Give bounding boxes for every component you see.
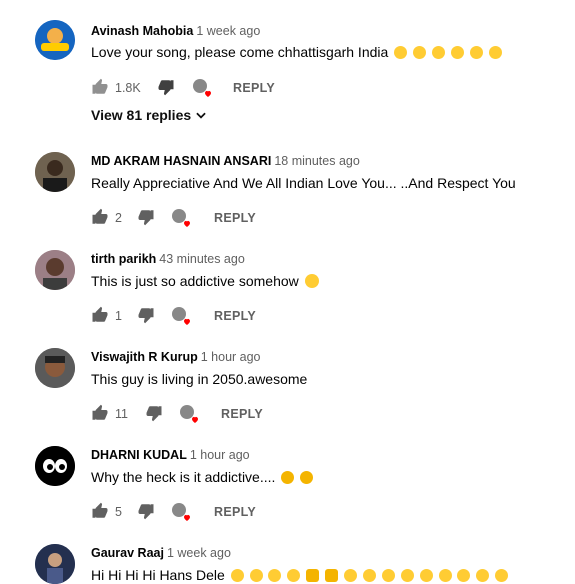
thumb-up-icon[interactable]	[91, 502, 109, 520]
face-savoring-food-icon	[394, 46, 408, 59]
thumb-down-icon[interactable]	[137, 306, 155, 324]
tears-of-joy-face-icon	[249, 569, 263, 582]
comment-author[interactable]: DHARNI KUDAL	[91, 448, 187, 462]
avatar[interactable]	[35, 348, 75, 388]
comment-author[interactable]: Viswajith R Kurup	[91, 350, 198, 364]
grinning-cat-face-icon	[300, 471, 314, 484]
reply-button[interactable]: REPLY	[214, 309, 256, 323]
creator-heart-icon	[171, 502, 193, 527]
tears-of-joy-face-icon	[381, 569, 395, 582]
thumbs-up-emoji-icon	[306, 569, 320, 582]
comment-time[interactable]: 1 hour ago	[190, 448, 250, 462]
comment-text: Why the heck is it addictive....	[91, 469, 276, 485]
avatar[interactable]	[35, 446, 75, 486]
comment-time[interactable]: 18 minutes ago	[274, 154, 359, 168]
tears-of-joy-face-icon	[268, 569, 282, 582]
thumb-down-icon[interactable]	[137, 208, 155, 226]
tears-of-joy-face-icon	[476, 569, 490, 582]
tears-of-joy-face-icon	[344, 569, 358, 582]
like-count: 1	[115, 309, 122, 323]
avatar[interactable]	[35, 152, 75, 192]
face-savoring-food-icon	[431, 46, 445, 59]
comment-text: Love your song, please come chhattisgarh…	[91, 44, 389, 60]
view-replies-button[interactable]: View 81 replies	[91, 107, 208, 123]
creator-heart-icon	[171, 306, 193, 331]
face-savoring-food-icon	[450, 46, 464, 59]
comment-time[interactable]: 43 minutes ago	[159, 252, 244, 266]
thumb-up-icon[interactable]	[91, 208, 109, 226]
comment-time[interactable]: 1 week ago	[196, 24, 260, 38]
comment-time[interactable]: 1 week ago	[167, 546, 231, 560]
tears-of-joy-face-icon	[287, 569, 301, 582]
comment-author[interactable]: Avinash Mahobia	[91, 24, 193, 38]
thumb-down-icon[interactable]	[145, 404, 163, 422]
thumb-up-icon[interactable]	[91, 78, 109, 96]
avatar[interactable]	[35, 544, 75, 584]
tears-of-joy-face-icon	[362, 569, 376, 582]
comment-text: This is just so addictive somehow	[91, 273, 299, 289]
grinning-cat-face-icon	[281, 471, 295, 484]
tears-of-joy-face-icon	[457, 569, 471, 582]
reply-button[interactable]: REPLY	[221, 407, 263, 421]
avatar[interactable]	[35, 20, 75, 60]
thumb-up-icon[interactable]	[91, 404, 109, 422]
creator-heart-icon	[179, 404, 201, 429]
comment-time[interactable]: 1 hour ago	[201, 350, 261, 364]
thumb-down-icon[interactable]	[137, 502, 155, 520]
like-count: 1.8K	[115, 81, 141, 95]
view-replies-label: View 81 replies	[91, 107, 192, 123]
reply-button[interactable]: REPLY	[214, 505, 256, 519]
reply-button[interactable]: REPLY	[233, 81, 275, 95]
comment-author[interactable]: MD AKRAM HASNAIN ANSARI	[91, 154, 271, 168]
comment-text: Hi Hi Hi Hi Hans Dele	[91, 567, 225, 583]
like-count: 11	[115, 407, 128, 421]
comment-text: This guy is living in 2050.awesome	[91, 371, 308, 387]
face-savoring-food-icon	[488, 46, 502, 59]
comment-author[interactable]: tirth parikh	[91, 252, 156, 266]
tears-of-joy-face-icon	[495, 569, 509, 582]
avatar[interactable]	[35, 250, 75, 290]
chevron-down-icon	[196, 112, 206, 119]
comment-author[interactable]: Gaurav Raaj	[91, 546, 164, 560]
thumb-up-icon[interactable]	[91, 306, 109, 324]
reply-button[interactable]: REPLY	[214, 211, 256, 225]
tears-of-joy-face-icon	[419, 569, 433, 582]
like-count: 5	[115, 505, 122, 519]
tears-of-joy-face-icon	[400, 569, 414, 582]
tears-of-joy-face-icon	[230, 569, 244, 582]
creator-heart-icon	[171, 208, 193, 233]
thumb-down-icon[interactable]	[157, 78, 175, 96]
face-savoring-food-icon	[413, 46, 427, 59]
ok-hand-emoji-icon	[325, 569, 339, 582]
heart-eyes-face-icon	[304, 274, 319, 288]
like-count: 2	[115, 211, 122, 225]
comment-text: Really Appreciative And We All Indian Lo…	[91, 175, 516, 191]
tears-of-joy-face-icon	[438, 569, 452, 582]
comment-text-row: Love your song, please come chhattisgarh…	[91, 44, 502, 60]
creator-heart-icon	[192, 78, 214, 103]
face-savoring-food-icon	[469, 46, 483, 59]
